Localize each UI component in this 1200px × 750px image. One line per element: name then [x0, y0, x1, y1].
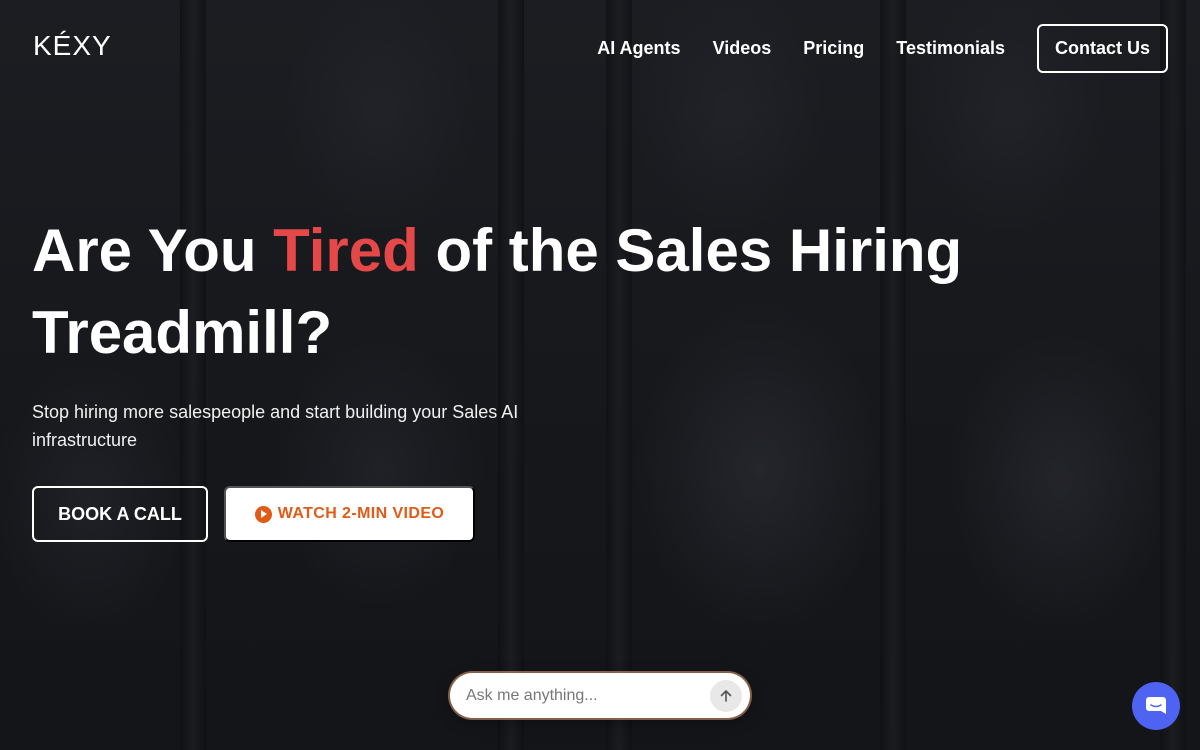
brand-logo[interactable]: KÉXY	[33, 30, 112, 62]
main-nav: AI Agents Videos Pricing Testimonials Co…	[597, 24, 1168, 73]
hero-subtitle: Stop hiring more salespeople and start b…	[32, 402, 519, 450]
hero-overlay	[0, 0, 1200, 750]
chat-widget-button[interactable]	[1132, 682, 1180, 730]
chat-bubble-icon	[1146, 697, 1166, 714]
ask-input[interactable]	[466, 686, 710, 705]
ask-bar	[450, 673, 750, 718]
nav-link-testimonials[interactable]: Testimonials	[896, 38, 1005, 59]
nav-link-videos[interactable]: Videos	[713, 38, 772, 59]
nav-link-pricing[interactable]: Pricing	[803, 38, 864, 59]
headline-part: Are You	[32, 217, 274, 284]
contact-us-button[interactable]: Contact Us	[1036, 24, 1168, 73]
nav-link-ai-agents[interactable]: AI Agents	[597, 38, 680, 59]
arrow-up-icon	[720, 689, 732, 702]
send-button[interactable]	[710, 679, 742, 712]
watch-video-label: WATCH 2-MIN VIDEO	[277, 505, 445, 522]
headline-accent-word: Tired	[273, 217, 419, 284]
cta-buttons: BOOK A CALL WATCH 2-MIN VIDEO	[32, 486, 475, 542]
book-a-call-button[interactable]: BOOK A CALL	[32, 486, 208, 542]
play-circle-icon	[254, 505, 272, 523]
hero-headline: Are You Tired of the Sales Hiring Treadm…	[32, 210, 1032, 374]
watch-video-button[interactable]: WATCH 2-MIN VIDEO	[224, 486, 475, 542]
